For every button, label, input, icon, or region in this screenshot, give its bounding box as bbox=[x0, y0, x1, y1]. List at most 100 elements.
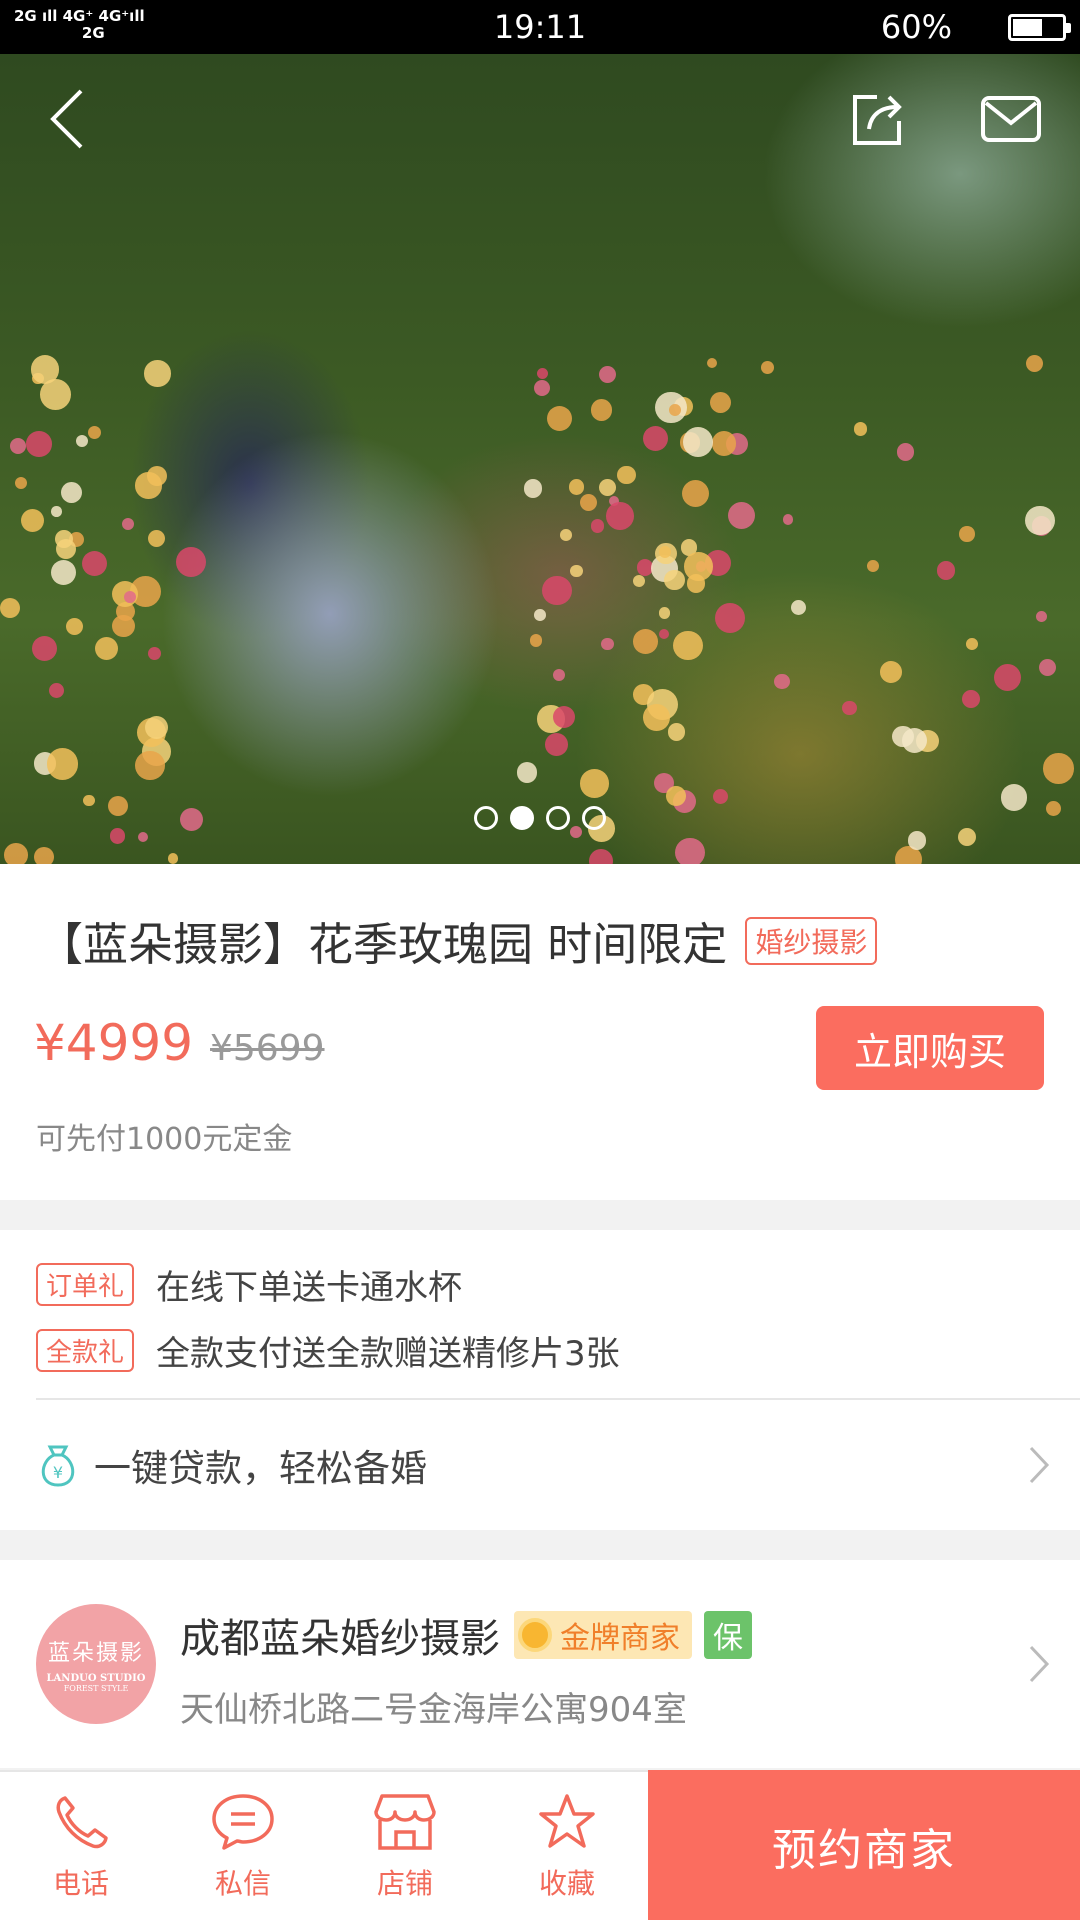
svg-text:¥: ¥ bbox=[53, 1463, 63, 1482]
flower-decoration bbox=[907, 830, 927, 850]
flower-decoration bbox=[144, 715, 168, 739]
merchant-name-row: 成都蓝朵婚纱摄影 金牌商家 保 bbox=[180, 1606, 752, 1664]
flower-decoration bbox=[682, 479, 710, 507]
flower-decoration bbox=[545, 733, 569, 757]
flower-decoration bbox=[658, 546, 671, 559]
flower-decoration bbox=[26, 431, 52, 457]
gold-merchant-badge: 金牌商家 bbox=[514, 1611, 692, 1659]
tab-store[interactable]: 店铺 bbox=[324, 1772, 486, 1920]
hero-image[interactable] bbox=[0, 54, 1080, 864]
flower-decoration bbox=[590, 399, 612, 421]
flower-decoration bbox=[570, 564, 584, 578]
flower-decoration bbox=[853, 422, 868, 436]
phone-icon bbox=[56, 1796, 108, 1849]
tab-favorite[interactable]: 收藏 bbox=[486, 1772, 648, 1920]
flower-decoration bbox=[710, 392, 731, 414]
price: ¥4999 bbox=[34, 1014, 194, 1072]
back-button[interactable] bbox=[32, 84, 102, 154]
status-bar: 2G ıll 4G⁺ 4G⁺ıll 2G 19:11 60% bbox=[0, 0, 1080, 54]
flower-decoration bbox=[599, 478, 617, 496]
battery-icon bbox=[1008, 14, 1071, 41]
flower-decoration bbox=[175, 547, 206, 578]
share-icon bbox=[853, 95, 902, 145]
flower-decoration bbox=[965, 638, 978, 651]
merchant-name: 成都蓝朵婚纱摄影 bbox=[180, 1616, 500, 1662]
gift-tag: 全款礼 bbox=[36, 1329, 135, 1372]
flower-decoration bbox=[1043, 753, 1074, 784]
loan-text: 一键贷款，轻松备婚 bbox=[94, 1447, 427, 1490]
flower-decoration bbox=[672, 630, 703, 661]
flower-decoration bbox=[533, 380, 550, 397]
carousel-dot[interactable] bbox=[474, 806, 498, 830]
tab-phone[interactable]: 电话 bbox=[0, 1772, 162, 1920]
flower-decoration bbox=[135, 750, 165, 781]
flower-decoration bbox=[144, 360, 171, 387]
flower-decoration bbox=[148, 646, 162, 660]
title-row: 【蓝朵摄影】花季玫瑰园 时间限定 婚纱摄影 bbox=[38, 908, 878, 973]
flower-decoration bbox=[109, 828, 125, 844]
medal-icon bbox=[518, 1618, 552, 1652]
carousel-indicator bbox=[0, 806, 1080, 830]
flower-decoration bbox=[121, 518, 134, 531]
message-icon bbox=[212, 1794, 274, 1850]
flower-decoration bbox=[51, 560, 77, 586]
share-button[interactable] bbox=[842, 84, 912, 154]
flower-decoration bbox=[55, 529, 73, 548]
flower-decoration bbox=[51, 506, 62, 517]
star-icon bbox=[539, 1794, 595, 1848]
flower-decoration bbox=[14, 476, 28, 490]
original-price: ¥5699 bbox=[210, 1028, 325, 1069]
flower-decoration bbox=[0, 597, 21, 618]
flower-decoration bbox=[598, 366, 617, 384]
flower-decoration bbox=[902, 727, 928, 753]
flower-decoration bbox=[706, 357, 718, 369]
bottom-bar: 电话 私信 店铺 收藏 预约商家 bbox=[0, 1770, 1080, 1920]
gift-row-order: 订单礼 在线下单送卡通水杯 bbox=[36, 1260, 462, 1309]
flower-decoration bbox=[713, 788, 729, 804]
book-merchant-button[interactable]: 预约商家 bbox=[648, 1770, 1080, 1920]
gift-text: 在线下单送卡通水杯 bbox=[156, 1268, 463, 1308]
flower-decoration bbox=[552, 669, 565, 682]
flower-decoration bbox=[669, 403, 682, 416]
flower-decoration bbox=[552, 705, 576, 729]
flower-decoration bbox=[632, 574, 645, 587]
flower-decoration bbox=[675, 837, 705, 864]
flower-decoration bbox=[658, 628, 669, 640]
guarantee-badge: 保 bbox=[704, 1611, 752, 1659]
promotions-card: 订单礼 在线下单送卡通水杯 全款礼 全款支付送全款赠送精修片3张 ¥ 一键贷款，… bbox=[0, 1230, 1080, 1530]
flower-decoration bbox=[547, 406, 573, 432]
message-button[interactable] bbox=[976, 84, 1046, 154]
flower-decoration bbox=[135, 472, 162, 499]
flower-decoration bbox=[83, 794, 96, 807]
flower-decoration bbox=[148, 530, 166, 548]
flower-decoration bbox=[579, 493, 598, 512]
product-info-card: 【蓝朵摄影】花季玫瑰园 时间限定 婚纱摄影 ¥4999 ¥5699 立即购买 可… bbox=[0, 864, 1080, 1200]
flower-decoration bbox=[866, 560, 879, 572]
flower-decoration bbox=[714, 603, 745, 634]
tab-message[interactable]: 私信 bbox=[162, 1772, 324, 1920]
flower-decoration bbox=[20, 508, 45, 533]
flower-decoration bbox=[774, 673, 791, 690]
flower-decoration bbox=[683, 427, 714, 458]
flower-decoration bbox=[10, 437, 27, 454]
flower-decoration bbox=[168, 853, 179, 864]
flower-decoration bbox=[1025, 354, 1043, 372]
flower-decoration bbox=[617, 465, 636, 485]
flower-decoration bbox=[686, 574, 706, 593]
flower-decoration bbox=[529, 634, 543, 647]
merchant-card[interactable]: 蓝朵摄影 LANDUO STUDIO FOREST STYLE 成都蓝朵婚纱摄影… bbox=[0, 1560, 1080, 1768]
flower-decoration bbox=[879, 661, 902, 683]
flower-decoration bbox=[46, 747, 79, 780]
carousel-dot[interactable] bbox=[510, 806, 534, 830]
flower-decoration bbox=[658, 607, 671, 619]
flower-decoration bbox=[600, 637, 614, 651]
flower-decoration bbox=[667, 723, 685, 741]
flower-decoration bbox=[760, 361, 774, 375]
loan-row[interactable]: ¥ 一键贷款，轻松备婚 bbox=[36, 1400, 1050, 1530]
flower-decoration bbox=[88, 425, 102, 440]
buy-now-button[interactable]: 立即购买 bbox=[816, 1006, 1044, 1090]
carousel-dot[interactable] bbox=[546, 806, 570, 830]
carousel-dot[interactable] bbox=[582, 806, 606, 830]
flower-decoration bbox=[1036, 611, 1048, 622]
flower-decoration bbox=[727, 501, 756, 530]
